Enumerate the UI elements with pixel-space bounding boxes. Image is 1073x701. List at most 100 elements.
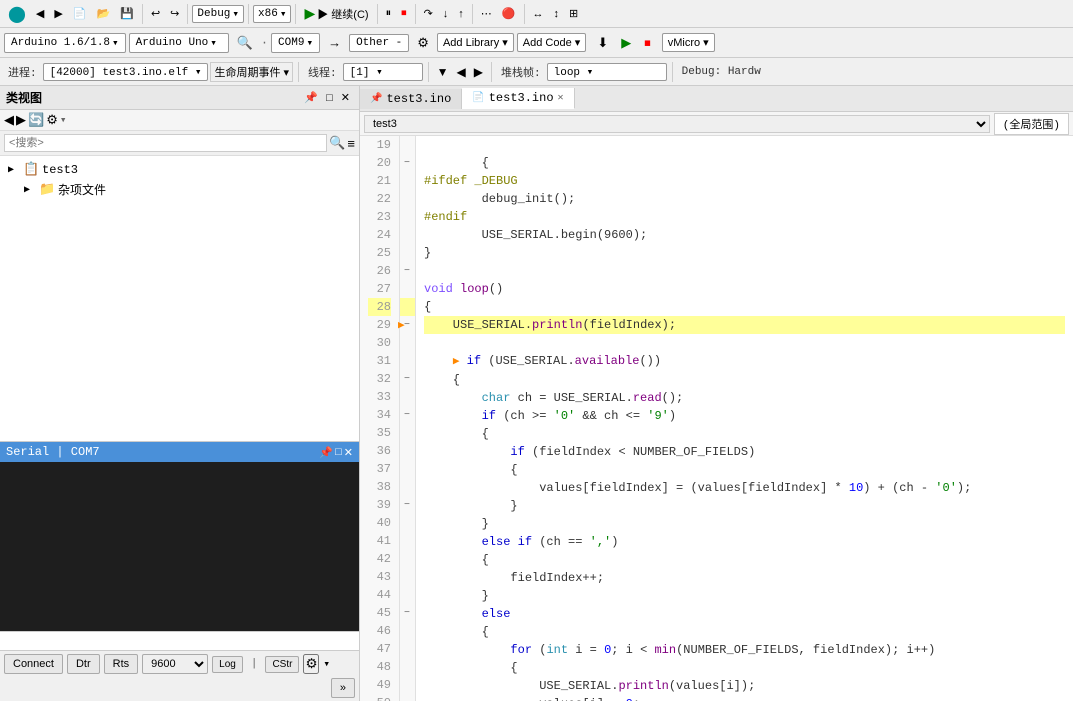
step-into-btn[interactable]: ↓: [439, 6, 453, 22]
serial-pin-btn[interactable]: 📌: [319, 446, 333, 459]
serial-settings-btn[interactable]: ⚙: [303, 654, 319, 674]
line-arrow: ▾: [376, 67, 383, 79]
tab-test3-pinned[interactable]: 📌 test3.ino: [360, 89, 462, 109]
sidebar-float-btn[interactable]: □: [323, 90, 336, 105]
port-dropdown[interactable]: COM9 ▾: [271, 33, 320, 53]
pause-btn[interactable]: ⏸: [382, 5, 396, 22]
filter-icon: ▼: [437, 65, 449, 79]
undo-btn[interactable]: ↩: [147, 5, 164, 22]
sep-dot: ·: [261, 36, 268, 50]
save-btn[interactable]: 💾: [116, 5, 138, 22]
sidebar-forward-btn[interactable]: ▶: [16, 112, 26, 128]
step-into-icon: ↓: [443, 8, 449, 20]
board-version-dropdown[interactable]: Arduino 1.6/1.8 ▾: [4, 33, 126, 53]
run-btn[interactable]: ▶: [616, 32, 636, 54]
tab-test3-active[interactable]: 📄 test3.ino ✕: [462, 88, 574, 109]
arduino-home-btn[interactable]: ⬤: [4, 2, 30, 26]
serial-float-btn[interactable]: □: [335, 446, 342, 459]
stack-dropdown[interactable]: loop ▾: [547, 63, 667, 81]
sidebar-back-btn[interactable]: ◀: [4, 112, 14, 128]
filter3-btn[interactable]: ▶: [471, 64, 486, 80]
vmicro-btn[interactable]: vMicro ▾: [662, 33, 715, 52]
t3-btn[interactable]: ⊞: [565, 5, 582, 22]
serial-close-btn[interactable]: ✕: [344, 446, 353, 459]
log-btn[interactable]: Log: [212, 656, 243, 673]
sep4: [295, 4, 296, 24]
rts-btn[interactable]: Rts: [104, 654, 139, 674]
sidebar-pin-btn[interactable]: 📌: [301, 90, 321, 105]
code-content[interactable]: { #ifdef _DEBUG debug_init(); #endif USE…: [416, 136, 1073, 701]
line-dropdown[interactable]: [1] ▾: [343, 63, 423, 81]
fold-34[interactable]: −: [400, 410, 414, 421]
serial-input[interactable]: [0, 631, 359, 650]
fold-39[interactable]: −: [400, 500, 414, 511]
settings-btn[interactable]: ⚙: [412, 32, 434, 54]
fold-26[interactable]: −: [400, 266, 414, 277]
search-submit-btn[interactable]: 🔍: [329, 135, 345, 151]
add-library-btn[interactable]: Add Library ▾: [437, 33, 514, 52]
upload-serial-btn[interactable]: →: [323, 32, 346, 53]
fold-45[interactable]: −: [400, 608, 414, 619]
file-nav-select[interactable]: test3: [364, 115, 990, 133]
breakpoints-btn[interactable]: 🔴: [498, 5, 520, 22]
process-dropdown[interactable]: [42000] test3.ino.elf ▾: [43, 63, 209, 81]
tab-active-icon: 📄: [472, 92, 484, 104]
board-type-label: Arduino Uno: [136, 37, 209, 49]
step-out-btn[interactable]: ↑: [454, 6, 468, 22]
stop-upload-btn[interactable]: ⏹: [639, 32, 656, 54]
sidebar-refresh-btn[interactable]: 🔄: [28, 112, 44, 128]
sep3: [248, 4, 249, 24]
tree-item-misc[interactable]: ▶ 📁 杂项文件: [4, 179, 355, 200]
add-code-label: Add Code ▾: [523, 36, 581, 49]
dtr-btn[interactable]: Dtr: [67, 654, 100, 674]
arch-dropdown-arrow: ▾: [280, 7, 287, 21]
debug-mode-dropdown[interactable]: Debug ▾: [192, 5, 244, 23]
serial-expand-btn[interactable]: »: [331, 678, 355, 698]
forward-icon: ▶: [54, 7, 62, 20]
tree-item-test3[interactable]: ▶ 📋 test3: [4, 160, 355, 179]
tab-close-btn[interactable]: ✕: [558, 92, 564, 104]
line-label: 线程:: [304, 64, 341, 80]
open-btn[interactable]: 📂: [93, 5, 115, 22]
cstr-btn[interactable]: CStr: [265, 656, 299, 673]
other-dropdown[interactable]: Other -: [349, 34, 409, 52]
tab-active-label: test3.ino: [489, 91, 554, 105]
sidebar-settings-btn[interactable]: ⚙: [46, 112, 58, 128]
new-btn[interactable]: 📄: [69, 5, 91, 22]
proc-arrow: ▾: [195, 67, 202, 79]
sep8: [524, 4, 525, 24]
process-value: [42000] test3.ino.elf: [50, 67, 189, 79]
bp-icon: 🔴: [502, 7, 516, 20]
lifecycle-label: 生命周期事件 ▾: [214, 67, 289, 79]
add-code-btn[interactable]: Add Code ▾: [517, 33, 587, 52]
sep7: [472, 4, 473, 24]
download-btn[interactable]: ⬇: [592, 32, 613, 54]
port-arrow: ▾: [306, 36, 313, 50]
redo-btn[interactable]: ↪: [166, 5, 183, 22]
filter2-btn[interactable]: ◀: [454, 64, 469, 80]
search-btn[interactable]: 🔍: [232, 32, 258, 54]
search-list-btn[interactable]: ≡: [347, 136, 355, 151]
arch-dropdown[interactable]: x86 ▾: [253, 5, 291, 23]
connect-btn[interactable]: Connect: [4, 654, 63, 674]
fold-20[interactable]: −: [400, 158, 414, 169]
stop-btn2[interactable]: ⏹: [397, 5, 411, 22]
sidebar-tree: ▶ 📋 test3 ▶ 📁 杂项文件: [0, 156, 359, 441]
extra-btns[interactable]: ⋯: [477, 5, 496, 22]
step-over-btn[interactable]: ↷: [420, 5, 437, 22]
search-input[interactable]: [4, 134, 327, 152]
filter-btn[interactable]: ▼: [434, 64, 452, 80]
continue-btn[interactable]: ▶ ▶ 继续(C): [300, 3, 372, 24]
lifecycle-btn[interactable]: 生命周期事件 ▾: [210, 62, 293, 82]
fold-32[interactable]: −: [400, 374, 414, 385]
back-btn[interactable]: ◀: [32, 5, 48, 22]
board-type-dropdown[interactable]: Arduino Uno ▾: [129, 33, 229, 53]
t2-btn[interactable]: ↕: [550, 6, 564, 22]
t1-btn[interactable]: ↔: [529, 6, 548, 22]
sidebar-close-btn[interactable]: ✕: [338, 90, 353, 105]
stack-value: loop: [554, 67, 580, 79]
forward-btn[interactable]: ▶: [50, 5, 66, 22]
debug-arrow-29: ▶: [398, 318, 405, 332]
baud-rate-select[interactable]: 9600 115200: [142, 654, 208, 674]
stop-upload-icon: ⏹: [644, 35, 651, 50]
